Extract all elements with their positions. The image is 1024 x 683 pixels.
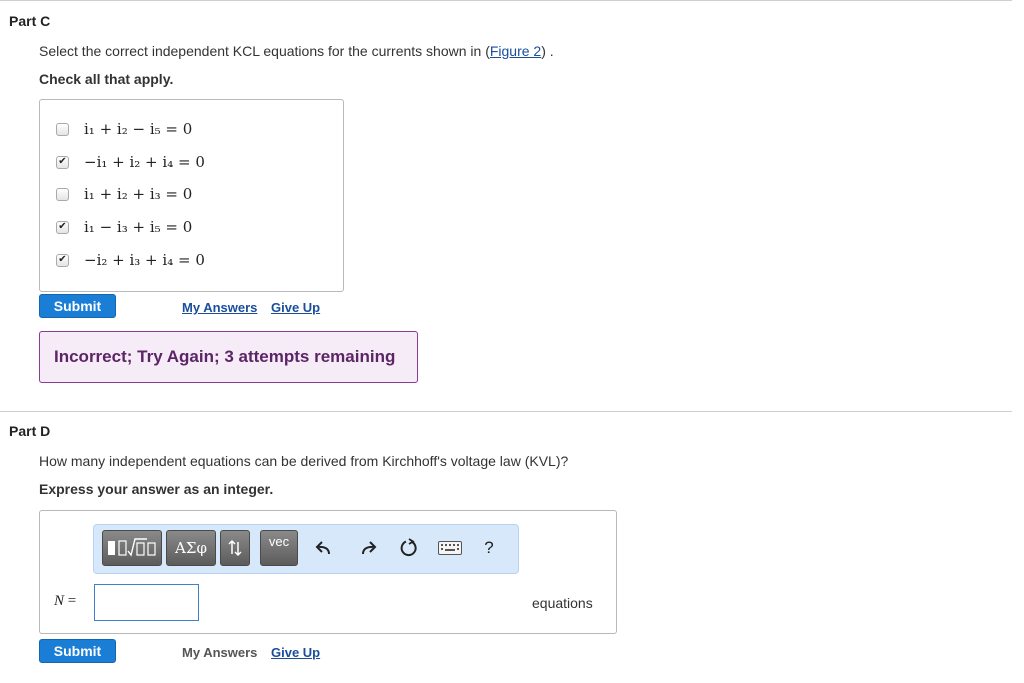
redo-icon[interactable]	[357, 537, 379, 559]
vector-label: vec	[268, 534, 290, 549]
choice-5-equation: −i₂ + i₃ + i₄ = 0	[84, 251, 205, 269]
reset-icon[interactable]	[398, 537, 420, 559]
choice-1[interactable]: i₁ + i₂ − i₅ = 0	[56, 119, 192, 139]
choice-3-equation: i₁ + i₂ + i₃ = 0	[84, 185, 193, 203]
answer-panel: ΑΣφ vec ? N = equations	[39, 510, 617, 634]
part-c-title: Part C	[9, 13, 51, 29]
part-c-prompt-end: ) .	[541, 43, 554, 59]
top-divider	[0, 0, 1012, 1]
checkbox-2[interactable]: ✔	[56, 155, 69, 169]
n-variable-label: N =	[54, 593, 76, 610]
part-c-my-answers-link[interactable]: My Answers	[182, 300, 257, 315]
part-c-prompt-text: Select the correct independent KCL equat…	[39, 43, 490, 59]
keyboard-icon[interactable]	[436, 537, 464, 559]
choice-3[interactable]: i₁ + i₂ + i₃ = 0	[56, 184, 192, 204]
choice-4-equation: i₁ − i₃ + i₅ = 0	[84, 218, 193, 236]
templates-button[interactable]	[102, 530, 162, 566]
feedback-message: Incorrect; Try Again; 3 attempts remaini…	[39, 331, 418, 383]
help-icon[interactable]: ?	[478, 537, 500, 559]
part-d-instruction: Express your answer as an integer.	[39, 481, 274, 497]
undo-icon[interactable]	[313, 537, 335, 559]
part-c-give-up-link[interactable]: Give Up	[271, 300, 320, 315]
n-variable: N	[54, 593, 65, 609]
part-c-instruction: Check all that apply.	[39, 71, 174, 87]
vector-button[interactable]: vec	[260, 530, 298, 566]
part-c-prompt: Select the correct independent KCL equat…	[39, 43, 554, 59]
part-c-submit-button[interactable]: Submit	[39, 294, 116, 318]
swap-arrows-icon	[228, 539, 242, 557]
choice-2[interactable]: ✔ −i₁ + i₂ + i₄ = 0	[56, 152, 205, 172]
checkbox-1[interactable]	[56, 122, 69, 136]
checkbox-5[interactable]: ✔	[56, 253, 69, 267]
kcl-choices-list: i₁ + i₂ − i₅ = 0 ✔ −i₁ + i₂ + i₄ = 0 i₁ …	[39, 99, 344, 292]
part-d-submit-button[interactable]: Submit	[39, 639, 116, 663]
choice-4[interactable]: ✔ i₁ − i₃ + i₅ = 0	[56, 217, 192, 237]
choice-1-equation: i₁ + i₂ − i₅ = 0	[84, 120, 193, 138]
n-answer-input[interactable]	[94, 584, 199, 621]
figure-2-link[interactable]: Figure 2	[490, 43, 541, 59]
math-toolbar: ΑΣφ vec ?	[93, 524, 519, 574]
arrows-button[interactable]	[220, 530, 250, 566]
units-label: equations	[532, 595, 593, 611]
templates-icon	[108, 538, 156, 557]
greek-symbols-label: ΑΣφ	[175, 539, 207, 557]
checkbox-3[interactable]	[56, 187, 69, 201]
part-divider	[0, 411, 1012, 412]
part-d-my-answers-link[interactable]: My Answers	[182, 645, 257, 660]
greek-symbols-button[interactable]: ΑΣφ	[166, 530, 216, 566]
choice-5[interactable]: ✔ −i₂ + i₃ + i₄ = 0	[56, 250, 205, 270]
equals-sign: =	[67, 593, 77, 609]
part-d-prompt: How many independent equations can be de…	[39, 453, 569, 469]
part-d-give-up-link[interactable]: Give Up	[271, 645, 320, 660]
choice-2-equation: −i₁ + i₂ + i₄ = 0	[84, 153, 205, 171]
part-d-title: Part D	[9, 423, 51, 439]
checkbox-4[interactable]: ✔	[56, 220, 69, 234]
